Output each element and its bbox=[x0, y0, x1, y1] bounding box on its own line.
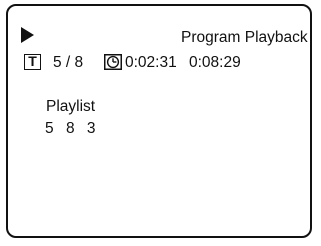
clock-icon bbox=[104, 54, 122, 70]
playlist-label: Playlist bbox=[46, 98, 96, 115]
play-icon bbox=[21, 27, 34, 43]
playlist-items: 5 8 3 bbox=[45, 120, 104, 138]
total-time: 0:08:29 bbox=[189, 54, 241, 71]
playlist-item: 8 bbox=[65, 120, 75, 137]
elapsed-time: 0:02:31 bbox=[125, 54, 177, 71]
title-icon: T bbox=[24, 54, 41, 70]
mode-title: Program Playback bbox=[181, 29, 308, 46]
playlist-item: 5 bbox=[45, 120, 54, 137]
track-value: 5 / 8 bbox=[53, 54, 84, 71]
playlist-item: 3 bbox=[86, 120, 96, 137]
